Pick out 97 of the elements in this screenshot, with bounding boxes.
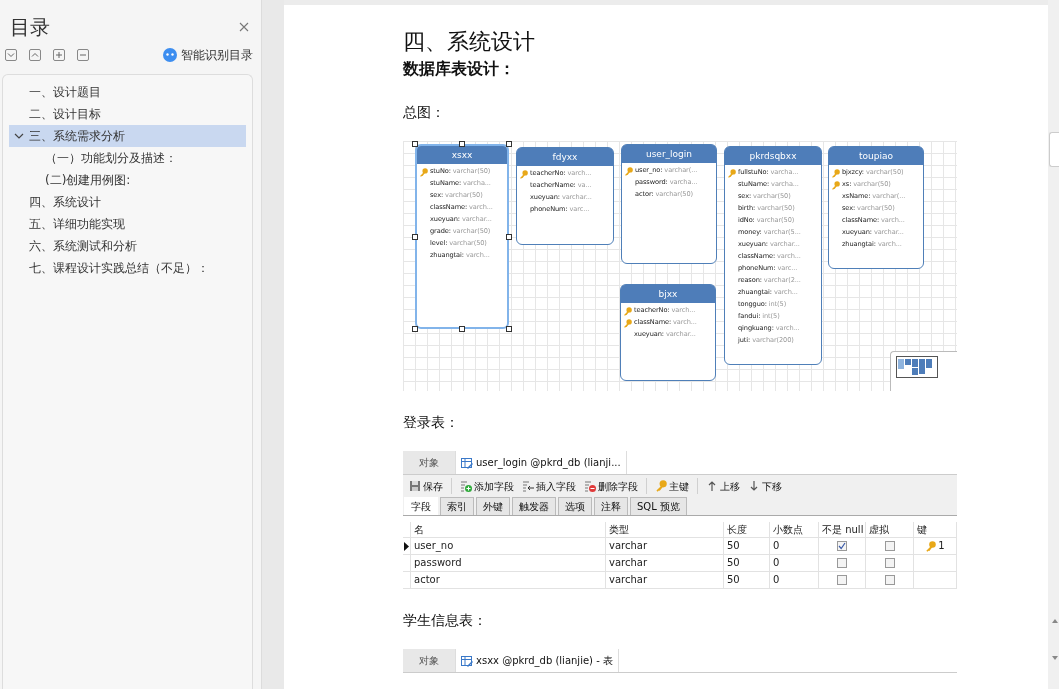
minimap-drawing[interactable] — [896, 356, 938, 378]
toolbar-button[interactable]: 下移 — [745, 478, 785, 494]
tab[interactable]: 注释 — [594, 497, 628, 515]
figure-caption: 学生信息表： — [403, 611, 488, 630]
remove-button[interactable] — [77, 49, 89, 61]
resize-handle[interactable] — [506, 326, 512, 332]
toolbar-button[interactable]: 删除字段 — [581, 478, 641, 494]
key-icon — [655, 480, 667, 492]
sidebar-title: 目录 — [10, 14, 50, 40]
checkbox[interactable] — [837, 541, 847, 551]
side-panel-handle[interactable] — [1049, 132, 1059, 167]
table-icon — [461, 456, 473, 469]
close-icon[interactable] — [239, 22, 249, 32]
toc-item[interactable]: （一）功能划分及描述： — [9, 147, 246, 169]
table-cell: 50 — [724, 572, 770, 589]
checkbox[interactable] — [884, 575, 895, 585]
chevron-up-icon — [31, 51, 39, 59]
table-cell: actor — [411, 572, 606, 589]
delete-field-icon — [584, 480, 596, 492]
toolbar-button[interactable]: 保存 — [406, 478, 446, 494]
tab[interactable]: 对象 — [403, 451, 456, 474]
column-header: 小数点 — [770, 522, 819, 538]
tab[interactable]: 外键 — [476, 497, 510, 515]
toc-item[interactable]: 七、课程设计实践总结（不足）： — [9, 257, 246, 279]
entity-box[interactable] — [724, 146, 822, 365]
entity-title: fdyxx — [517, 148, 613, 166]
table-cell: password — [411, 555, 606, 572]
column-header: 不是 null — [819, 522, 866, 538]
checkbox[interactable] — [884, 558, 895, 568]
table-cell: 0 — [770, 538, 819, 555]
checkbox[interactable] — [837, 558, 847, 568]
smart-toc-icon[interactable] — [163, 48, 177, 62]
table-cell: varchar — [606, 572, 724, 589]
toc-item[interactable]: 四、系统设计 — [9, 191, 246, 213]
resize-handle[interactable] — [412, 233, 418, 240]
subheading: 数据库表设计： — [403, 58, 516, 80]
entity-title: bjxx — [621, 285, 715, 303]
tab[interactable]: 对象 — [403, 649, 456, 672]
section-heading: 四、系统设计 — [403, 28, 536, 56]
table-cell: 0 — [770, 572, 819, 589]
arrow-up-icon — [706, 480, 718, 492]
entity-title: xsxx — [417, 146, 507, 164]
table-cell: user_no — [411, 538, 606, 555]
key-order: 1 — [938, 539, 945, 553]
table-cell: 50 — [724, 538, 770, 555]
key-icon — [925, 540, 937, 552]
smart-toc-link[interactable]: 智能识别目录 — [181, 46, 253, 64]
resize-handle[interactable] — [506, 233, 512, 240]
column-header: 类型 — [606, 522, 724, 538]
tab[interactable]: 字段 — [404, 497, 438, 515]
resize-handle[interactable] — [412, 141, 418, 147]
resize-handle[interactable] — [459, 326, 465, 332]
entity-title: user_login — [622, 145, 716, 163]
resize-handle[interactable] — [412, 326, 418, 332]
figure-caption: 登录表： — [403, 413, 460, 432]
arrow-down-icon — [748, 480, 760, 492]
chevron-down-icon — [7, 51, 15, 59]
entity-title: toupiao — [829, 147, 923, 165]
resize-handle[interactable] — [459, 141, 465, 147]
toolbar-button[interactable]: 上移 — [703, 478, 743, 494]
table-icon — [461, 654, 473, 667]
table-cell: varchar — [606, 538, 724, 555]
toc-item[interactable]: 一、设计题目 — [9, 81, 246, 103]
scroll-up-icon[interactable] — [1052, 618, 1058, 624]
add-button[interactable] — [53, 49, 65, 61]
toc-item[interactable]: 二、设计目标 — [9, 103, 246, 125]
tab[interactable]: SQL 预览 — [630, 497, 687, 515]
table-cell: 50 — [724, 555, 770, 572]
tab[interactable]: 触发器 — [512, 497, 556, 515]
toolbar-button[interactable]: 插入字段 — [519, 478, 579, 494]
table-cell: 0 — [770, 555, 819, 572]
toc-item[interactable]: 六、系统测试和分析 — [9, 235, 246, 257]
save-icon — [409, 480, 421, 492]
toolbar-button[interactable]: 主键 — [652, 478, 692, 494]
toc-item[interactable]: (二)创建用例图: — [9, 169, 246, 191]
checkbox[interactable] — [837, 575, 847, 585]
toc-item[interactable]: 五、详细功能实现 — [9, 213, 246, 235]
column-header: 名 — [411, 522, 606, 538]
column-header: 长度 — [724, 522, 770, 538]
minus-icon — [79, 51, 87, 59]
toolbar-button[interactable]: 添加字段 — [457, 478, 517, 494]
table-cell: varchar — [606, 555, 724, 572]
entity-title: pkrdsqbxx — [725, 147, 821, 165]
plus-icon — [55, 51, 63, 59]
collapse-all-button[interactable] — [5, 49, 17, 61]
insert-field-icon — [522, 480, 534, 492]
tab[interactable]: 索引 — [440, 497, 474, 515]
add-field-icon — [460, 480, 472, 492]
figure-caption: 总图： — [403, 103, 446, 122]
checkbox[interactable] — [884, 541, 895, 551]
expand-all-button[interactable] — [29, 49, 41, 61]
scroll-down-icon[interactable] — [1052, 655, 1058, 661]
tab[interactable]: 选项 — [558, 497, 592, 515]
toc-item[interactable]: 三、系统需求分析 — [9, 125, 246, 147]
resize-handle[interactable] — [506, 141, 512, 147]
column-header: 虚拟 — [866, 522, 914, 538]
column-header: 键 — [914, 522, 957, 538]
